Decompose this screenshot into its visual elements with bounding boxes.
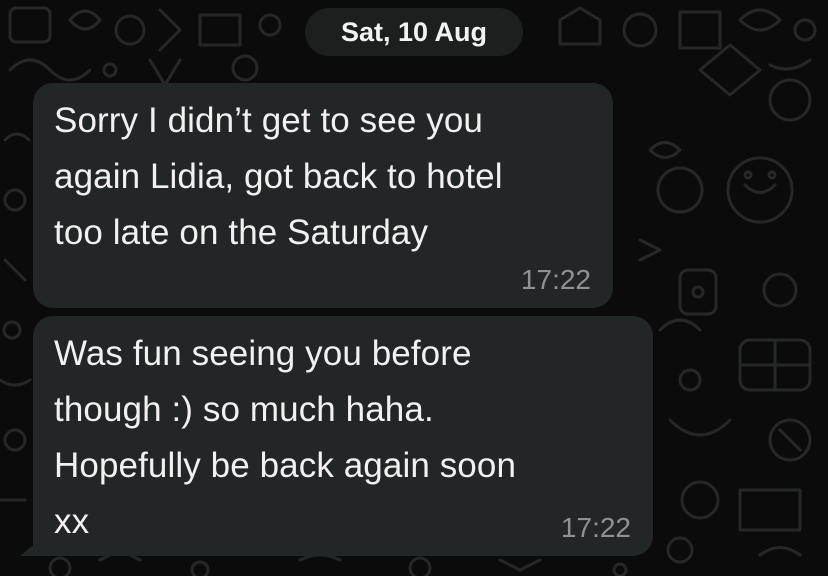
incoming-message-bubble[interactable]: Sorry I didn’t get to see you again Lidi…	[33, 83, 613, 308]
message-timestamp: 17:22	[520, 264, 591, 295]
message-text: Was fun seeing you before though :) so m…	[54, 334, 517, 541]
incoming-message-bubble[interactable]: Was fun seeing you before though :) so m…	[33, 316, 653, 556]
bubble-tail	[20, 538, 42, 556]
message-text: Sorry I didn’t get to see you again Lidi…	[54, 101, 503, 252]
message-timestamp: 17:22	[560, 512, 631, 543]
date-separator: Sat, 10 Aug	[305, 8, 523, 56]
